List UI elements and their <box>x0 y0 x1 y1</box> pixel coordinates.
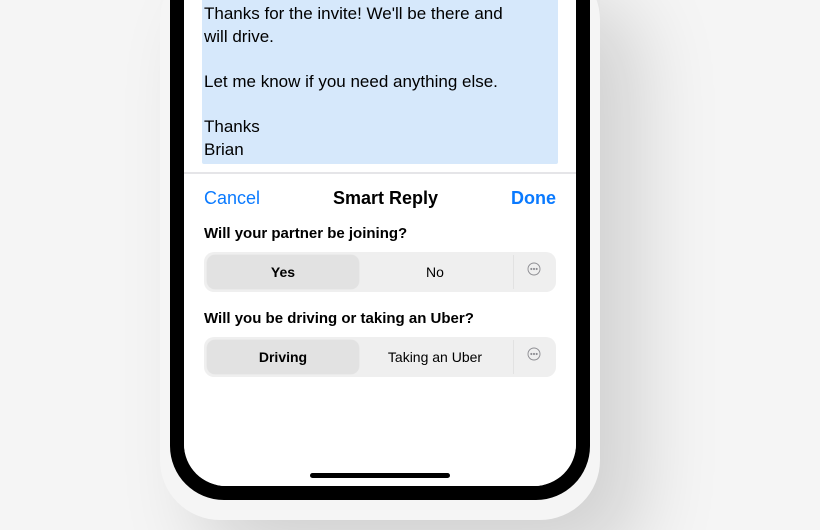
option-yes[interactable]: Yes <box>207 255 359 289</box>
email-body-selection[interactable]: Hi Jasmine Thanks for the invite! We'll … <box>202 0 558 164</box>
option-taking-uber[interactable]: Taking an Uber <box>359 340 511 374</box>
sheet-header: Cancel Smart Reply Done <box>184 174 576 223</box>
cancel-button[interactable]: Cancel <box>204 188 260 209</box>
question-label: Will you be driving or taking an Uber? <box>204 310 556 327</box>
home-indicator[interactable] <box>310 473 450 478</box>
done-button[interactable]: Done <box>511 188 556 209</box>
email-sender-name: Brian <box>204 139 552 162</box>
questions-container: Will your partner be joining? Yes No <box>184 223 576 395</box>
email-line: Let me know if you need anything else. <box>204 71 552 94</box>
option-no[interactable]: No <box>359 255 511 289</box>
ellipsis-icon <box>526 346 542 367</box>
sheet-title: Smart Reply <box>333 188 438 209</box>
phone-screen: Hi Jasmine Thanks for the invite! We'll … <box>184 0 576 486</box>
more-options-button[interactable] <box>513 340 553 374</box>
email-line: will drive. <box>204 26 552 49</box>
email-compose-area[interactable]: Hi Jasmine Thanks for the invite! We'll … <box>184 0 576 173</box>
email-signoff: Thanks <box>204 116 552 139</box>
more-options-button[interactable] <box>513 255 553 289</box>
smart-reply-sheet: Cancel Smart Reply Done Will your partne… <box>184 173 576 486</box>
question-label: Will your partner be joining? <box>204 225 556 242</box>
email-line: Thanks for the invite! We'll be there an… <box>204 3 552 26</box>
question-driving-uber: Will you be driving or taking an Uber? D… <box>204 310 556 377</box>
phone-frame: Hi Jasmine Thanks for the invite! We'll … <box>170 0 590 500</box>
segmented-control: Driving Taking an Uber <box>204 337 556 377</box>
ellipsis-icon <box>526 261 542 282</box>
segmented-control: Yes No <box>204 252 556 292</box>
question-partner-joining: Will your partner be joining? Yes No <box>204 225 556 292</box>
option-driving[interactable]: Driving <box>207 340 359 374</box>
